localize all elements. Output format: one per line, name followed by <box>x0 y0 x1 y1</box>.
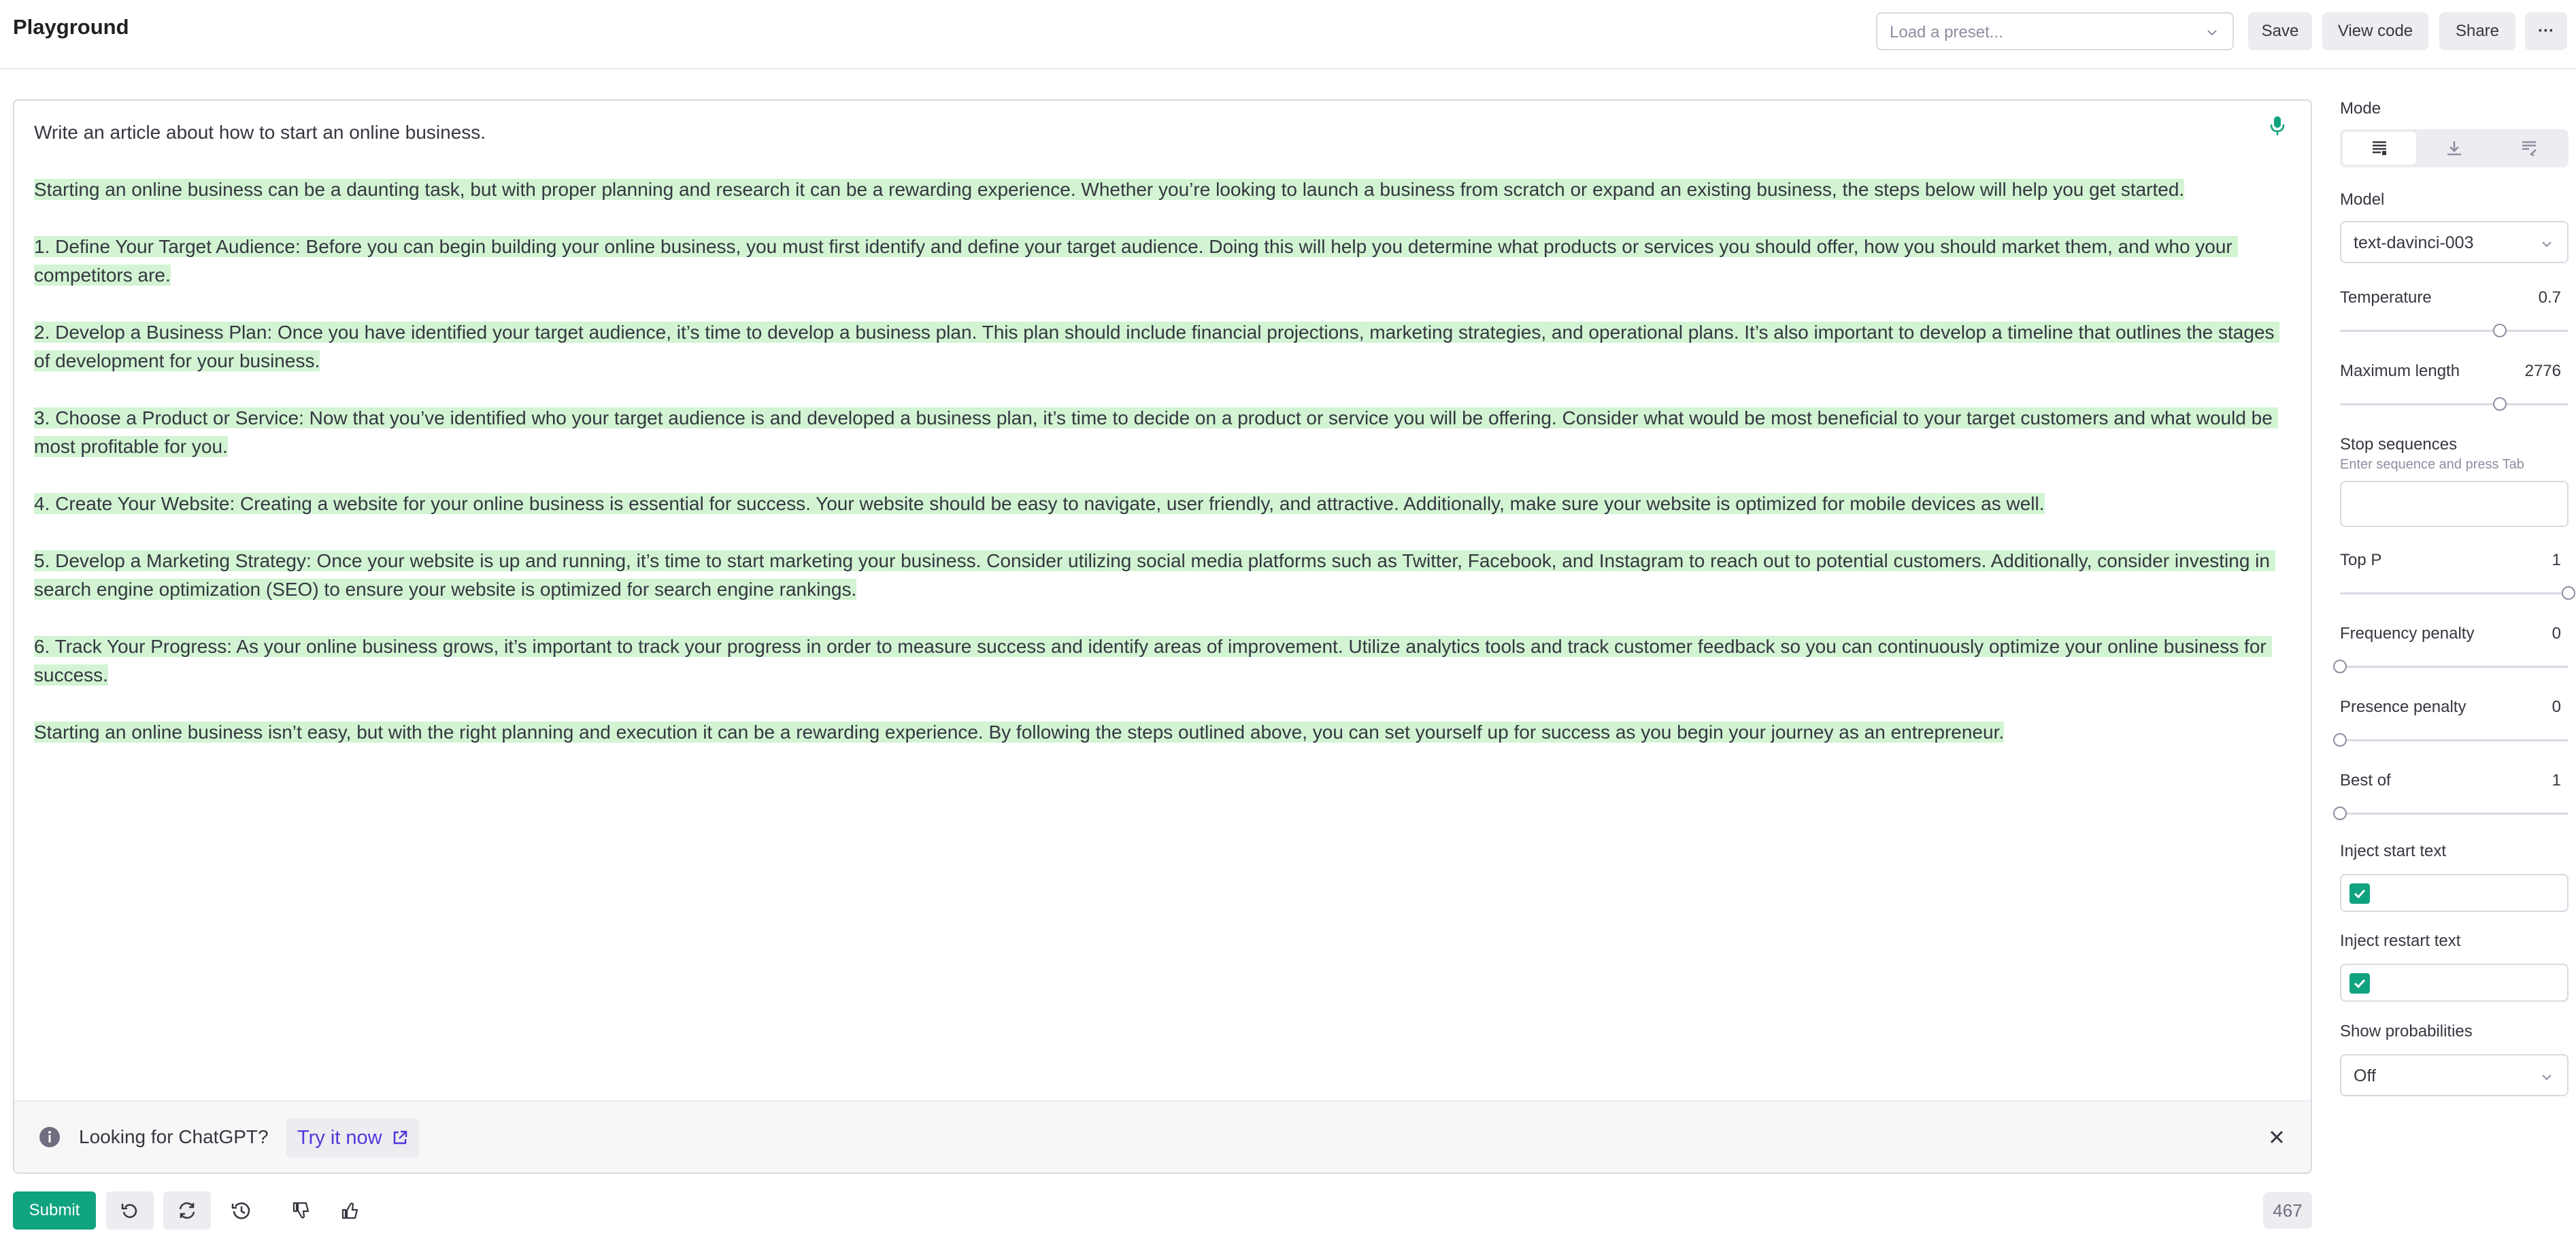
microphone-icon[interactable] <box>2270 116 2285 136</box>
banner-text: Looking for ChatGPT? <box>79 1126 269 1147</box>
show-probabilities-select[interactable]: Off <box>2340 1054 2569 1096</box>
stop-sequences-input[interactable] <box>2340 481 2569 527</box>
temperature-slider[interactable] <box>2340 324 2569 337</box>
top-p-slider[interactable] <box>2340 586 2575 600</box>
mode-insert-button[interactable] <box>2418 132 2491 165</box>
maximum-length-label: Maximum length <box>2340 362 2460 380</box>
insert-icon <box>2447 141 2461 156</box>
page-title: Playground <box>13 15 129 39</box>
try-it-now-link[interactable]: Try it now <box>286 1118 419 1157</box>
mode-edit-button[interactable] <box>2492 132 2566 165</box>
preset-placeholder: Load a preset... <box>1890 23 2003 41</box>
maximum-length-value: 2776 <box>2524 362 2561 380</box>
model-value: text-davinci-003 <box>2354 233 2474 252</box>
editor-content[interactable]: Write an article about how to start an o… <box>34 118 2286 747</box>
undo-icon <box>121 1204 137 1218</box>
slider-thumb[interactable] <box>2333 733 2347 747</box>
inject-start-field[interactable] <box>2340 874 2569 912</box>
regenerate-icon <box>179 1202 195 1219</box>
slider-thumb[interactable] <box>2562 586 2575 600</box>
slider-track <box>2340 403 2569 405</box>
completion-paragraph: 5. Develop a Marketing Strategy: Once yo… <box>34 550 2275 600</box>
chevron-down-icon <box>2542 241 2552 248</box>
inject-restart-label: Inject restart text <box>2340 932 2461 950</box>
best-of-value: 1 <box>2552 771 2561 790</box>
regenerate-button[interactable] <box>163 1191 211 1230</box>
save-button[interactable]: Save <box>2248 12 2312 50</box>
thumbs-down-button[interactable] <box>278 1191 325 1230</box>
top-p-label: Top P <box>2340 551 2382 569</box>
inject-start-checkbox[interactable] <box>2349 883 2370 904</box>
checkmark-icon <box>2354 889 2366 899</box>
slider-track <box>2340 739 2569 741</box>
chatgpt-banner: Looking for ChatGPT? Try it now <box>14 1100 2311 1172</box>
slider-thumb[interactable] <box>2333 660 2347 673</box>
history-button[interactable] <box>218 1191 265 1230</box>
more-options-button[interactable]: ··· <box>2525 12 2567 50</box>
chevron-down-icon <box>2207 30 2217 36</box>
stop-sequences-hint: Enter sequence and press Tab <box>2340 457 2524 472</box>
thumbs-up-button[interactable] <box>327 1191 374 1230</box>
inject-start-label: Inject start text <box>2340 842 2447 860</box>
info-icon <box>39 1127 60 1147</box>
thumbs-up-icon <box>341 1202 358 1219</box>
completion-paragraph: Starting an online business can be a dau… <box>34 179 2185 200</box>
completion-paragraph: 6. Track Your Progress: As your online b… <box>34 636 2272 686</box>
presence-penalty-slider[interactable] <box>2333 733 2569 747</box>
prompt-editor[interactable]: Write an article about how to start an o… <box>13 99 2312 1174</box>
inject-restart-field[interactable] <box>2340 964 2569 1002</box>
mode-selector <box>2340 129 2569 167</box>
presence-penalty-value: 0 <box>2552 698 2561 716</box>
undo-button[interactable] <box>106 1191 154 1230</box>
thumbs-down-icon <box>292 1202 310 1219</box>
completion-paragraph: 2. Develop a Business Plan: Once you hav… <box>34 322 2280 371</box>
slider-track <box>2340 813 2569 815</box>
share-button[interactable]: Share <box>2439 12 2515 50</box>
slider-thumb[interactable] <box>2493 324 2507 337</box>
completion-paragraph: Starting an online business isn’t easy, … <box>34 722 2005 743</box>
frequency-penalty-label: Frequency penalty <box>2340 624 2475 643</box>
checkmark-icon <box>2354 979 2366 989</box>
top-p-value: 1 <box>2552 551 2561 569</box>
show-probabilities-value: Off <box>2354 1066 2376 1085</box>
try-it-now-label: Try it now <box>297 1126 382 1149</box>
slider-track <box>2340 330 2569 332</box>
mode-label: Mode <box>2340 99 2381 118</box>
model-select[interactable]: text-davinci-003 <box>2340 221 2569 263</box>
mode-complete-button[interactable] <box>2343 132 2416 165</box>
edit-icon <box>2522 141 2537 156</box>
submit-button[interactable]: Submit <box>13 1191 96 1230</box>
slider-thumb[interactable] <box>2493 397 2507 411</box>
close-icon[interactable] <box>2267 1128 2286 1147</box>
completion-paragraph: 1. Define Your Target Audience: Before y… <box>34 236 2238 286</box>
presence-penalty-label: Presence penalty <box>2340 698 2466 716</box>
frequency-penalty-slider[interactable] <box>2333 660 2569 673</box>
completion-paragraph: 4. Create Your Website: Creating a websi… <box>34 493 2045 514</box>
slider-track <box>2340 592 2569 594</box>
best-of-slider[interactable] <box>2333 807 2569 820</box>
top-bar: Playground Load a preset... Save View co… <box>0 0 2576 69</box>
temperature-label: Temperature <box>2340 288 2432 307</box>
frequency-penalty-value: 0 <box>2552 624 2561 643</box>
prompt-text: Write an article about how to start an o… <box>34 122 486 143</box>
inject-restart-checkbox[interactable] <box>2349 973 2370 994</box>
best-of-label: Best of <box>2340 771 2391 790</box>
maximum-length-slider[interactable] <box>2340 397 2569 411</box>
preset-select[interactable]: Load a preset... <box>1876 12 2234 50</box>
temperature-value: 0.7 <box>2538 288 2561 307</box>
slider-thumb[interactable] <box>2333 807 2347 820</box>
completion-paragraph: 3. Choose a Product or Service: Now that… <box>34 407 2278 457</box>
stop-sequences-label: Stop sequences <box>2340 435 2458 454</box>
show-probabilities-label: Show probabilities <box>2340 1022 2473 1041</box>
token-count: 467 <box>2263 1192 2312 1229</box>
complete-icon <box>2373 141 2386 155</box>
chevron-down-icon <box>2542 1075 2552 1081</box>
model-label: Model <box>2340 190 2385 209</box>
slider-track <box>2340 666 2569 668</box>
history-icon <box>231 1202 250 1219</box>
view-code-button[interactable]: View code <box>2322 12 2428 50</box>
external-link-icon <box>393 1130 407 1145</box>
